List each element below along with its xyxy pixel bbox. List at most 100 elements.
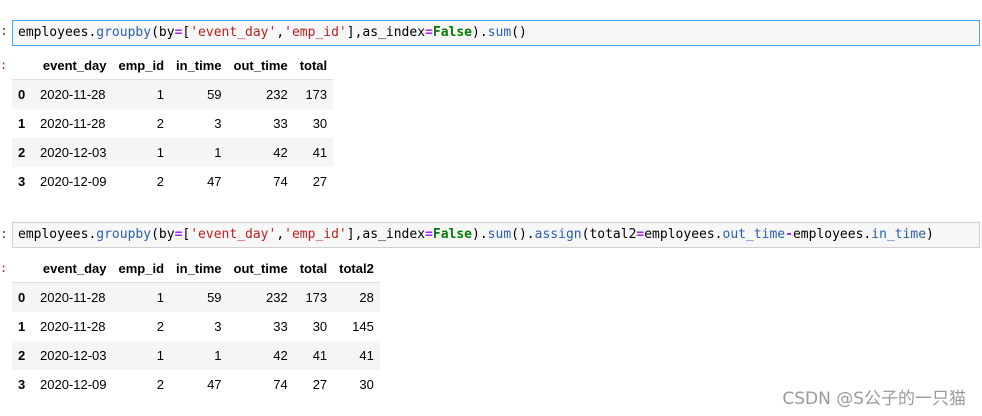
table-cell: 1 xyxy=(214,348,222,363)
code-token: , xyxy=(276,227,285,242)
code-token: ). xyxy=(472,227,488,242)
code-token: employees. xyxy=(18,227,97,242)
code-token: ],as_index xyxy=(346,25,426,40)
table-cell: 74 xyxy=(273,174,288,189)
table-cell: 1 xyxy=(156,290,165,305)
table-cell: 2020-11-28 xyxy=(40,319,106,334)
table-cell: 1 xyxy=(156,348,165,363)
code-input-cell[interactable]: employees.groupby(by=['event_day','emp_i… xyxy=(12,222,980,248)
table-cell: 3 xyxy=(214,319,222,334)
column-header: out_time xyxy=(227,254,294,283)
dataframe-output-table: event_day emp_id in_time out_time total 0 2020… xyxy=(12,51,334,196)
row-index: 1 xyxy=(18,319,26,334)
table-cell: 232 xyxy=(266,87,288,102)
column-header: total xyxy=(293,51,334,80)
table-cell: 41 xyxy=(359,348,374,363)
code-token: 'emp_id' xyxy=(284,227,347,242)
table-cell: 145 xyxy=(352,319,374,334)
table-cell: 232 xyxy=(266,290,288,305)
column-header xyxy=(12,254,34,283)
dataframe-output-table: event_day emp_id in_time out_time total total… xyxy=(12,254,380,399)
table-header-row: event_day emp_id in_time out_time total xyxy=(12,51,334,80)
table-cell: 2020-11-28 xyxy=(40,87,106,102)
table-row: 1 2020-11-28 2 3 33 30 xyxy=(12,109,333,138)
code-token: , xyxy=(276,25,285,40)
column-header: event_day xyxy=(34,254,113,283)
table-cell: 2020-11-28 xyxy=(40,116,106,131)
row-index: 2 xyxy=(18,348,26,363)
table-cell: 2020-12-09 xyxy=(40,377,107,392)
table-cell: 30 xyxy=(359,377,374,392)
table-cell: 173 xyxy=(305,290,328,305)
table-cell: 1 xyxy=(214,145,222,160)
code-token: () xyxy=(511,25,527,40)
code-token: (by xyxy=(151,25,175,40)
code-token: employees. xyxy=(18,25,97,40)
row-index: 2 xyxy=(18,145,26,160)
table-cell: 2020-12-03 xyxy=(40,145,107,160)
table-cell: 59 xyxy=(207,87,222,102)
table-cell: 2 xyxy=(156,174,165,189)
code-token: = xyxy=(425,227,433,242)
input-prompt-marker: : xyxy=(0,24,8,39)
row-index: 3 xyxy=(18,377,26,392)
table-cell: 2020-12-03 xyxy=(40,348,107,363)
code-token: groupby xyxy=(96,227,152,242)
code-token: - xyxy=(785,227,793,242)
column-header: in_time xyxy=(170,51,228,80)
table-cell: 2020-11-28 xyxy=(40,290,106,305)
table-cell: 59 xyxy=(207,290,222,305)
table-cell: 33 xyxy=(273,319,288,334)
column-header: emp_id xyxy=(112,51,171,80)
code-token: groupby xyxy=(96,25,152,40)
code-token: employees. xyxy=(644,227,723,242)
code-token: ). xyxy=(472,25,488,40)
code-token: 'emp_id' xyxy=(284,25,347,40)
table-row: 2 2020-12-03 1 1 42 41 41 xyxy=(12,341,380,370)
code-token: = xyxy=(425,25,433,40)
table-cell: 42 xyxy=(273,145,288,160)
column-header: out_time xyxy=(227,51,294,80)
code-token: (total2 xyxy=(581,227,637,242)
code-token: in_time xyxy=(871,227,927,242)
code-token: False xyxy=(432,25,473,40)
code-token: 'event_day' xyxy=(190,227,277,242)
table-cell: 41 xyxy=(312,145,328,160)
row-index: 1 xyxy=(18,116,26,131)
table-cell: 41 xyxy=(312,348,328,363)
table-cell: 74 xyxy=(273,377,288,392)
table-cell: 42 xyxy=(273,348,288,363)
column-header: emp_id xyxy=(112,254,171,283)
row-index: 0 xyxy=(18,290,26,305)
table-cell: 2 xyxy=(156,319,165,334)
table-cell: 3 xyxy=(214,116,222,131)
table-header-row: event_day emp_id in_time out_time total total… xyxy=(12,254,380,283)
table-cell: 47 xyxy=(207,377,222,392)
code-input-cell[interactable]: employees.groupby(by=['event_day','emp_i… xyxy=(12,20,980,46)
code-token: (). xyxy=(511,227,535,242)
table-cell: 30 xyxy=(312,116,328,131)
table-cell: 47 xyxy=(207,174,222,189)
code-token: out_time xyxy=(722,227,786,242)
table-cell: 2 xyxy=(156,116,165,131)
table-cell: 2 xyxy=(156,377,165,392)
input-prompt-marker: : xyxy=(0,227,8,242)
column-header: total xyxy=(293,254,334,283)
table-cell: 30 xyxy=(312,319,328,334)
table-cell: 1 xyxy=(156,87,165,102)
table-cell: 27 xyxy=(312,377,328,392)
code-token: 'event_day' xyxy=(190,25,277,40)
row-index: 0 xyxy=(18,87,26,102)
table-cell: 173 xyxy=(305,87,328,102)
watermark: CSDN @S公子的一只猫 xyxy=(782,389,966,409)
table-cell: 27 xyxy=(312,174,328,189)
output-prompt-marker: : xyxy=(0,58,8,72)
table-cell: 33 xyxy=(273,116,288,131)
output-prompt-marker: : xyxy=(0,261,8,275)
table-row: 0 2020-11-28 1 59 232 173 xyxy=(12,79,334,109)
code-token: sum xyxy=(487,227,512,242)
code-token: ],as_index xyxy=(346,227,426,242)
table-cell: 2020-12-09 xyxy=(40,174,107,189)
column-header xyxy=(12,51,34,80)
table-row: 0 2020-11-28 1 59 232 173 28 xyxy=(12,282,380,312)
